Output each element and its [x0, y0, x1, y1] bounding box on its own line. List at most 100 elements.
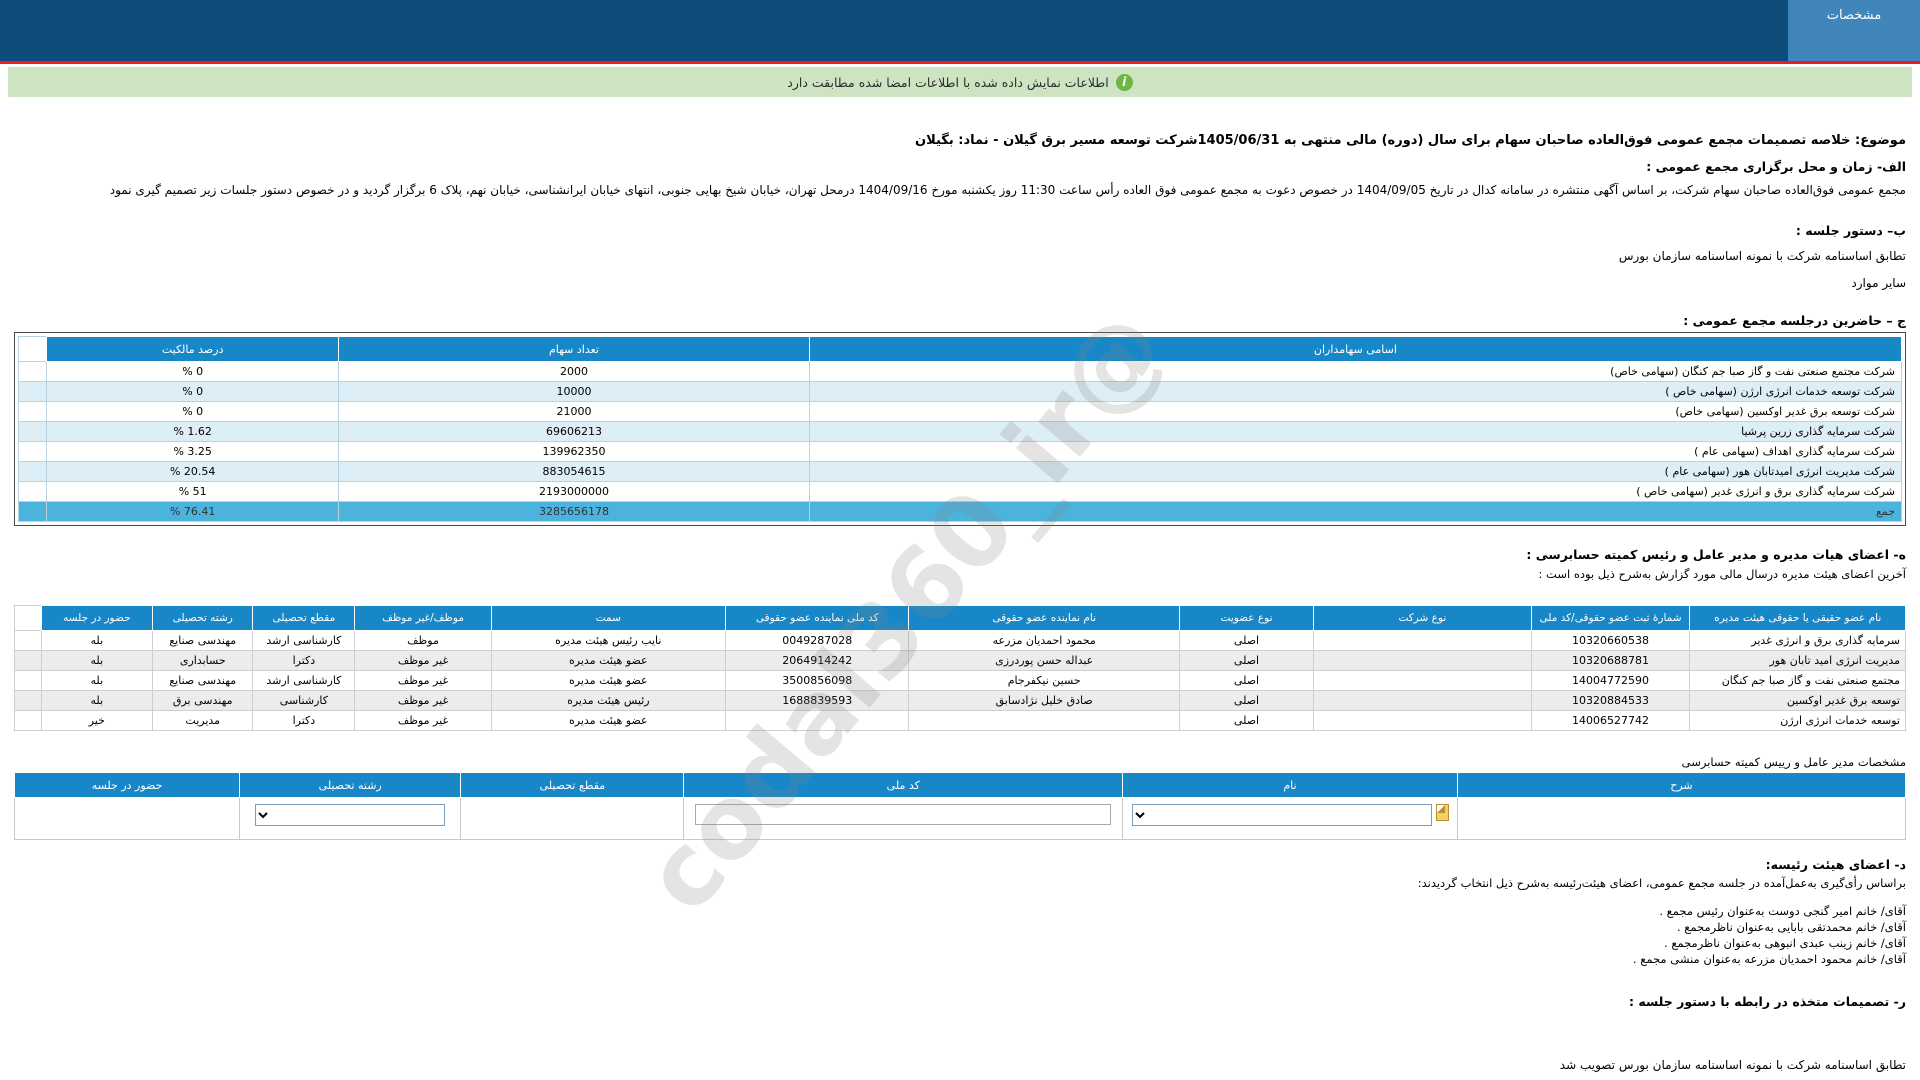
section-d-title: د- اعضای هیئت رئیسه: — [1765, 857, 1906, 872]
list-item: آقای/ خانم محمود احمدیان مزرعه به‌عنوان … — [1632, 952, 1906, 966]
registration-id: 14004772590 — [1530, 670, 1691, 691]
membership-type: اصلی — [1178, 670, 1315, 691]
tab-specifications[interactable]: مشخصات — [1788, 0, 1920, 61]
section-r-title: ر- تصمیمات متخذه در رابطه با دستور جلسه … — [1629, 994, 1906, 1009]
attendance: بله — [40, 670, 154, 691]
col-executive-status: موظف/غیر موظف — [354, 605, 492, 631]
membership-type: اصلی — [1178, 630, 1315, 651]
list-item: آقای/ خانم محمدتقی بابایی به‌عنوان ناظرم… — [1676, 920, 1906, 934]
name-cell — [1122, 797, 1458, 840]
company-type — [1313, 690, 1532, 711]
table-row: شرکت سرمایه گذاری برق و انرژی غدیر (سهام… — [17, 481, 1903, 502]
member-name: مجتمع صنعتی نفت و گاز صبا جم کنگان — [1689, 670, 1906, 691]
total-label: جمع — [808, 501, 1903, 522]
attendance: بله — [40, 630, 154, 651]
national-id-cell — [683, 797, 1124, 840]
company-type — [1313, 630, 1532, 651]
stub-cell — [17, 361, 48, 382]
col-ownership-percent: درصد مالکیت — [46, 336, 340, 362]
company-type — [1313, 670, 1532, 691]
stub-cell — [14, 670, 42, 691]
share-count: 139962350 — [338, 441, 810, 462]
stub-cell — [14, 690, 42, 711]
top-navigation-bar: مشخصات — [0, 0, 1920, 61]
executive-status: غیر موظف — [354, 710, 492, 731]
representative-id: 2064914242 — [725, 650, 910, 671]
national-id-input[interactable] — [695, 804, 1112, 825]
representative-name: عبداله حسن پوردرزی — [908, 650, 1180, 671]
degree: دکترا — [252, 650, 356, 671]
stub-cell — [17, 441, 48, 462]
attendance: خیر — [40, 710, 154, 731]
table-header-row: شرح نام کد ملی مقطع تحصیلی رشته تحصیلی ح… — [13, 772, 1907, 798]
field-select[interactable] — [255, 804, 446, 826]
member-name: سرمایه گذاری برق و انرژی غدیر — [1689, 630, 1906, 651]
representative-id: 3500856098 — [725, 670, 910, 691]
stub-cell — [17, 421, 48, 442]
col-representative-name: نام نماینده عضو حقوقی — [908, 605, 1180, 631]
signature-info-bar: i اطلاعات نمایش داده شده با اطلاعات امضا… — [8, 67, 1912, 97]
table-total-row: جمع 3285656178 % 76.41 — [17, 501, 1903, 522]
position: عضو هیئت مدیره — [490, 710, 727, 731]
col-registration-id: شمارهٔ ثبت عضو حقوقی/کد ملی — [1530, 605, 1691, 631]
table-row: شرکت مدیریت انرژی امیدتابان هور (سهامی ع… — [17, 461, 1903, 482]
board-members-table: نام عضو حقیقی یا حقوقی هیئت مدیره شمارهٔ… — [14, 605, 1906, 731]
manager-name-select[interactable] — [1131, 804, 1432, 826]
stub-cell — [17, 401, 48, 422]
col-representative-id: کد ملی نماینده عضو حقوقی — [725, 605, 910, 631]
attendance: بله — [40, 650, 154, 671]
shareholder-name: شرکت مدیریت انرژی امیدتابان هور (سهامی ع… — [808, 461, 1903, 482]
executive-status: غیر موظف — [354, 670, 492, 691]
representative-name: صادق خلیل نژادسابق — [908, 690, 1180, 711]
stub-cell — [17, 501, 48, 522]
table-row: مدیریت انرژی امید تابان هور 10320688781 … — [14, 650, 1906, 671]
table-row: توسعه خدمات انرژی ارژن 14006527742 اصلی … — [14, 710, 1906, 731]
representative-id: 1688839593 — [725, 690, 910, 711]
section-e-subtitle: آخرین اعضای هیئت مدیره درسال مالی مورد گ… — [1538, 567, 1906, 581]
ownership-percent: % 20.54 — [46, 461, 340, 482]
degree: کارشناسی ارشد — [252, 630, 356, 651]
table-row: شرکت سرمایه گذاری اهداف (سهامی عام ) 139… — [17, 441, 1903, 462]
attendance-cell — [13, 797, 241, 840]
field: مهندسی صنایع — [152, 670, 254, 691]
col-degree: مقطع تحصیلی — [460, 772, 685, 798]
total-percent: % 76.41 — [46, 501, 340, 522]
section-d-intro: براساس رأی‌گیری به‌عمل‌آمده در جلسه مجمع… — [1417, 876, 1906, 890]
col-degree: مقطع تحصیلی — [252, 605, 356, 631]
ownership-percent: % 1.62 — [46, 421, 340, 442]
share-count: 21000 — [338, 401, 810, 422]
resolution-text: تطابق اساسنامه شرکت با نمونه اساسنامه سا… — [1559, 1058, 1906, 1072]
degree-cell — [460, 797, 685, 840]
stub-cell — [17, 481, 48, 502]
stub-cell — [14, 650, 42, 671]
representative-name — [908, 710, 1180, 731]
shareholder-name: شرکت مجتمع صنعتی نفت و گاز صبا جم کنگان … — [808, 361, 1903, 382]
manager-table-caption: مشخصات مدیر عامل و رییس کمیته حسابرسی — [1681, 755, 1906, 769]
table-row: مجتمع صنعتی نفت و گاز صبا جم کنگان 14004… — [14, 670, 1906, 691]
registration-id: 10320688781 — [1530, 650, 1691, 671]
col-company-type: نوع شرکت — [1313, 605, 1532, 631]
stub-cell — [17, 336, 48, 362]
col-share-count: تعداد سهام — [338, 336, 810, 362]
member-name: مدیریت انرژی امید تابان هور — [1689, 650, 1906, 671]
table-row — [13, 797, 1907, 840]
ownership-percent: % 0 — [46, 401, 340, 422]
member-name: توسعه برق غدیر اوکسین — [1689, 690, 1906, 711]
agenda-item: سایر موارد — [1851, 276, 1906, 290]
position: عضو هیئت مدیره — [490, 670, 727, 691]
list-item: آقای/ خانم زینب عبدی انبوهی به‌عنوان ناظ… — [1664, 936, 1906, 950]
col-description: شرح — [1456, 772, 1907, 798]
col-attendance: حضور در جلسه — [40, 605, 154, 631]
field: مهندسی صنایع — [152, 630, 254, 651]
shareholder-name: شرکت توسعه برق غدیر اوکسین (سهامی خاص) — [808, 401, 1903, 422]
share-count: 2000 — [338, 361, 810, 382]
attendance: بله — [40, 690, 154, 711]
document-body: @codal360_ir موضوع: خلاصه تصمیمات مجمع ع… — [0, 133, 1920, 1080]
company-type — [1313, 710, 1532, 731]
stub-cell — [14, 630, 42, 651]
representative-id: 0049287028 — [725, 630, 910, 651]
col-field: رشته تحصیلی — [239, 772, 462, 798]
stub-cell — [14, 710, 42, 731]
attachment-icon[interactable] — [1435, 804, 1449, 821]
executive-status: غیر موظف — [354, 650, 492, 671]
